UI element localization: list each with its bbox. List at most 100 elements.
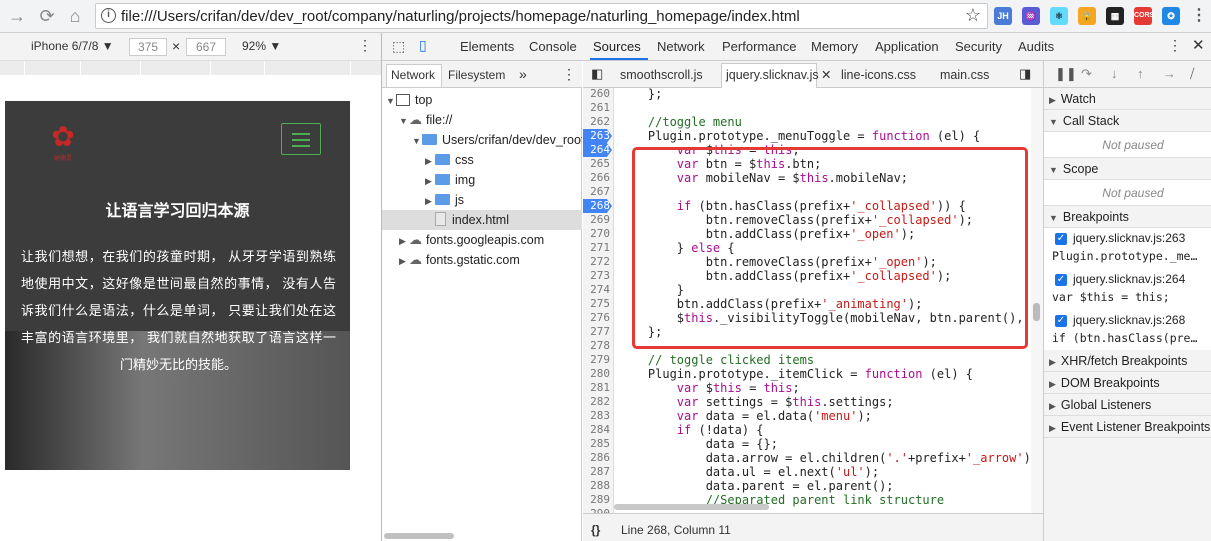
tab-jquery-slicknav[interactable]: jquery.slicknav.js bbox=[726, 68, 819, 82]
dom-breakpoints-section[interactable]: ▶ DOM Breakpoints bbox=[1044, 372, 1211, 394]
line-number[interactable]: 277 bbox=[583, 325, 612, 339]
line-gutter[interactable]: 260 261 262 263 264 265 266 267 268 269 270 271 272 2… bbox=[583, 88, 614, 513]
checkbox-icon[interactable]: ✓ bbox=[1055, 233, 1067, 245]
line-number[interactable]: 285 bbox=[583, 437, 612, 451]
code-line[interactable]: // toggle clicked items bbox=[619, 353, 814, 367]
line-number[interactable]: 287 bbox=[583, 465, 612, 479]
devtools-more-icon[interactable]: ⋮ bbox=[1168, 37, 1182, 54]
home-icon[interactable]: ⌂ bbox=[64, 4, 86, 28]
editor-scrollbar[interactable] bbox=[1031, 88, 1043, 513]
global-listeners-section[interactable]: ▶ Global Listeners bbox=[1044, 394, 1211, 416]
navigator-menu-icon[interactable]: ⋮ bbox=[562, 66, 576, 83]
tab-line-icons[interactable]: line-icons.css bbox=[841, 68, 916, 82]
height-input[interactable]: 667 bbox=[186, 38, 226, 56]
line-number[interactable]: 282 bbox=[583, 395, 612, 409]
extension-badge-icon[interactable]: ✪ bbox=[1162, 7, 1180, 25]
disclosure-icon[interactable]: ▶ bbox=[425, 151, 435, 170]
line-number[interactable]: 278 bbox=[583, 339, 612, 353]
breakpoint-marker[interactable]: 264 bbox=[583, 143, 612, 157]
bookmark-star-icon[interactable]: ☆ bbox=[965, 5, 981, 26]
breakpoint-item[interactable]: ✓ jquery.slicknav.js:268 if (btn.hasClass(… bbox=[1044, 310, 1211, 351]
device-select[interactable]: iPhone 6/7/8 ▼ bbox=[31, 39, 114, 53]
tab-filesystem[interactable]: Filesystem bbox=[448, 68, 505, 82]
zoom-select[interactable]: 92% ▼ bbox=[242, 39, 281, 53]
tab-audits[interactable]: Audits bbox=[1018, 39, 1054, 54]
code-line[interactable]: Plugin.prototype._menuToggle = function … bbox=[619, 129, 980, 143]
tab-main-css[interactable]: main.css bbox=[940, 68, 989, 82]
line-number[interactable]: 276 bbox=[583, 311, 612, 325]
code-line[interactable]: data.arrow = el.children('.'+prefix+'_ar… bbox=[619, 451, 1031, 465]
line-number[interactable]: 284 bbox=[583, 423, 612, 437]
code-line[interactable]: data.ul = el.next('ul'); bbox=[619, 465, 879, 479]
info-icon[interactable]: i bbox=[101, 8, 116, 23]
width-input[interactable]: 375 bbox=[129, 38, 167, 56]
line-number[interactable]: 260 bbox=[583, 88, 612, 101]
qr-code-icon[interactable]: ▦ bbox=[1106, 7, 1124, 25]
toggle-navigator-icon[interactable]: ◧ bbox=[591, 66, 603, 82]
line-number[interactable]: 269 bbox=[583, 213, 612, 227]
code-line[interactable]: data = {}; bbox=[619, 437, 778, 451]
line-number[interactable]: 267 bbox=[583, 185, 612, 199]
code-line[interactable]: //toggle menu bbox=[619, 115, 742, 129]
deactivate-breakpoints-icon[interactable]: ⧸ bbox=[1190, 66, 1194, 82]
tree-item[interactable]: ▼ Users/crifan/dev/dev_root bbox=[382, 130, 582, 150]
disclosure-icon[interactable]: ▼ bbox=[412, 131, 422, 150]
pretty-print-icon[interactable]: {} bbox=[591, 523, 600, 537]
code-line[interactable]: if (!data) { bbox=[619, 423, 764, 437]
navigator-scrollbar[interactable] bbox=[384, 533, 454, 539]
cors-icon[interactable]: CORS bbox=[1134, 7, 1154, 25]
xhr-breakpoints-section[interactable]: ▶ XHR/fetch Breakpoints bbox=[1044, 350, 1211, 372]
line-number[interactable]: 266 bbox=[583, 171, 612, 185]
line-number[interactable]: 280 bbox=[583, 367, 612, 381]
tab-elements[interactable]: Elements bbox=[460, 39, 514, 54]
editor-hscrollbar[interactable] bbox=[614, 504, 769, 510]
tab-network-files[interactable]: Network bbox=[391, 68, 435, 82]
toggle-debugger-icon[interactable]: ◨ bbox=[1019, 66, 1031, 82]
disclosure-icon[interactable]: ▼ bbox=[399, 111, 409, 130]
tree-item[interactable]: ▶ ☁ fonts.gstatic.com bbox=[382, 250, 582, 270]
breakpoint-item[interactable]: ✓ jquery.slicknav.js:264 var $this = this; bbox=[1044, 269, 1211, 310]
line-number[interactable]: 288 bbox=[583, 479, 612, 493]
tab-console[interactable]: Console bbox=[529, 39, 577, 54]
tab-network[interactable]: Network bbox=[657, 39, 705, 54]
code-editor[interactable]: 260 261 262 263 264 265 266 267 268 269 270 271 272 2… bbox=[583, 88, 1031, 513]
callstack-section[interactable]: ▼ Call Stack bbox=[1044, 110, 1211, 132]
line-number[interactable]: 270 bbox=[583, 227, 612, 241]
breakpoint-marker[interactable]: 263 bbox=[583, 129, 612, 143]
disclosure-icon[interactable]: ▶ bbox=[425, 191, 435, 210]
event-listener-breakpoints-section[interactable]: ▶ Event Listener Breakpoints bbox=[1044, 416, 1211, 438]
extension-jh-icon[interactable]: JH bbox=[994, 7, 1012, 25]
tree-item[interactable]: ▼☁ file:// bbox=[382, 110, 582, 130]
line-number[interactable]: 265 bbox=[583, 157, 612, 171]
checkbox-icon[interactable]: ✓ bbox=[1055, 315, 1067, 327]
step-over-icon[interactable]: ↷ bbox=[1081, 66, 1092, 82]
line-number[interactable]: 281 bbox=[583, 381, 612, 395]
line-number[interactable]: 261 bbox=[583, 101, 612, 115]
line-number[interactable]: 262 bbox=[583, 115, 612, 129]
checkbox-icon[interactable]: ✓ bbox=[1055, 274, 1067, 286]
tab-sources[interactable]: Sources bbox=[593, 39, 641, 54]
tab-memory[interactable]: Memory bbox=[811, 39, 858, 54]
line-number[interactable]: 286 bbox=[583, 451, 612, 465]
tree-item[interactable]: ▶ img bbox=[382, 170, 582, 190]
disclosure-icon[interactable]: ▶ bbox=[399, 231, 409, 250]
close-tab-icon[interactable]: ✕ bbox=[821, 67, 831, 82]
close-icon[interactable]: ✕ bbox=[1192, 36, 1205, 54]
react-extension-icon[interactable]: ⚛ bbox=[1050, 7, 1068, 25]
code-line[interactable]: var $this = this; bbox=[619, 381, 800, 395]
tab-application[interactable]: Application bbox=[875, 39, 939, 54]
extension-lock-icon[interactable]: 🔒 bbox=[1078, 7, 1096, 25]
code-line[interactable]: Plugin.prototype._itemClick = function (… bbox=[619, 367, 973, 381]
tree-item[interactable]: index.html bbox=[382, 210, 582, 230]
pause-icon[interactable]: ❚❚ bbox=[1055, 66, 1077, 82]
line-number[interactable]: 279 bbox=[583, 353, 612, 367]
site-logo[interactable]: ✿ 纳德灵 bbox=[41, 117, 85, 162]
tree-item[interactable]: ▶ css bbox=[382, 150, 582, 170]
scope-section[interactable]: ▼ Scope bbox=[1044, 158, 1211, 180]
line-number[interactable]: 283 bbox=[583, 409, 612, 423]
breakpoint-item[interactable]: ✓ jquery.slicknav.js:263 Plugin.prototype.… bbox=[1044, 228, 1211, 269]
disclosure-icon[interactable]: ▼ bbox=[386, 91, 396, 110]
device-toggle-icon[interactable]: ▯ bbox=[419, 37, 427, 54]
line-number[interactable]: 272 bbox=[583, 255, 612, 269]
step-icon[interactable]: → bbox=[1163, 66, 1176, 81]
